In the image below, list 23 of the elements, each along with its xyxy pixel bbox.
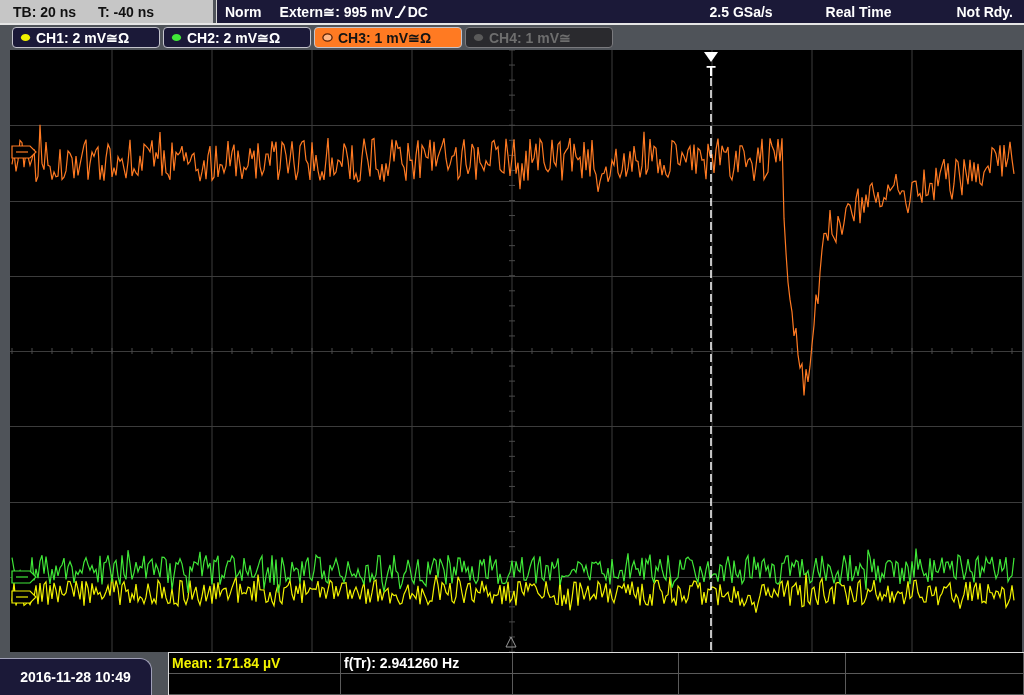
channel-tab[interactable]: CH2: 2 mV≅Ω	[163, 27, 311, 48]
channel-offset-marker-icon[interactable]	[11, 145, 37, 159]
status-readout: Not Rdy.	[956, 3, 1013, 20]
triangle-down-icon[interactable]	[704, 52, 718, 62]
trigger-coupling-readout: DC	[407, 3, 428, 20]
channel-tab[interactable]: CH1: 2 mV≅Ω	[12, 27, 160, 48]
sample-rate-readout: 2.5 GSa/s	[709, 3, 773, 20]
channel-tab[interactable]: CH3: 1 mV≅Ω	[314, 27, 462, 48]
table-cell: Mean: 171.84 µV	[169, 653, 341, 674]
timebase-readout: TB: 20 ns	[13, 3, 76, 20]
triangle-up-icon[interactable]	[505, 636, 517, 648]
trigger-offset-readout: T: -40 ns	[98, 3, 155, 20]
trigger-level-readout: Extern≅: 995 mV	[279, 3, 393, 20]
trigger-label: T	[706, 62, 716, 79]
rising-edge-icon	[394, 5, 406, 18]
channel-dot-icon	[322, 33, 333, 42]
acquisition-mode-readout: Real Time	[825, 3, 892, 20]
channel-dot-icon	[171, 33, 182, 42]
channel-dot-icon	[20, 33, 31, 42]
date-time-readout: 2016-11-28 10:49	[0, 658, 152, 695]
channel-offset-marker-icon[interactable]	[11, 570, 37, 584]
trigger-mode-readout: Norm	[225, 3, 262, 20]
table-cell: f(Tr): 2.941260 Hz	[341, 653, 513, 674]
